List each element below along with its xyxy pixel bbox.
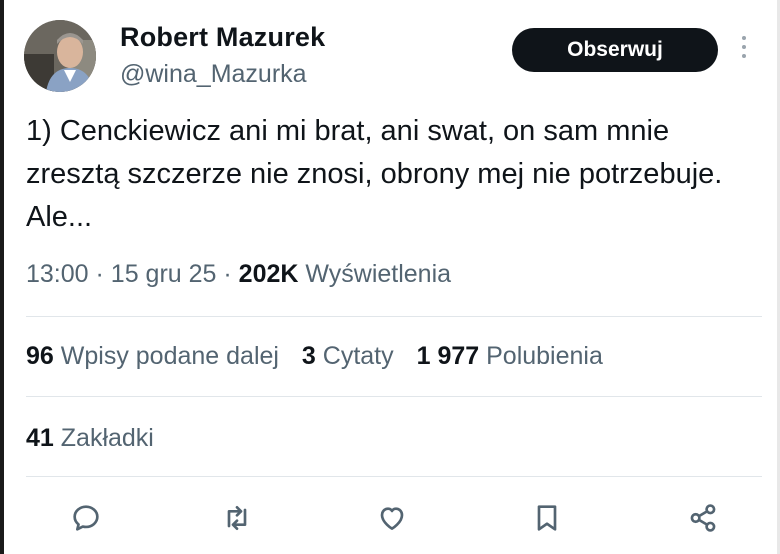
author-name[interactable]: Robert Mazurek — [120, 22, 325, 53]
meta-separator: · — [95, 260, 111, 288]
bookmarks-label: Zakładki — [60, 424, 154, 452]
divider — [26, 396, 762, 397]
reposts-count: 96 — [26, 342, 54, 370]
more-vertical-icon[interactable] — [740, 36, 748, 66]
tweet-time[interactable]: 13:00 — [26, 260, 89, 288]
engagement-stats: 96 Wpisy podane dalej 3 Cytaty 1 977 Pol… — [26, 342, 619, 371]
tweet-header: Robert Mazurek @wina_Mazurka Obserwuj — [24, 20, 760, 96]
bookmark-button[interactable] — [527, 498, 567, 538]
reposts-stat[interactable]: 96 Wpisy podane dalej — [26, 342, 286, 370]
window-edge-left — [0, 0, 4, 554]
bookmark-icon — [537, 505, 557, 531]
likes-count: 1 977 — [416, 342, 480, 370]
quotes-count: 3 — [301, 342, 316, 370]
reply-button[interactable] — [66, 498, 106, 538]
likes-label: Polubienia — [486, 342, 603, 370]
share-icon — [690, 504, 716, 532]
share-button[interactable] — [683, 498, 723, 538]
avatar[interactable] — [24, 20, 96, 92]
meta-separator: · — [223, 260, 239, 288]
author-handle[interactable]: @wina_Mazurka — [120, 60, 307, 89]
views-label[interactable]: Wyświetlenia — [305, 260, 451, 288]
divider — [26, 476, 762, 477]
avatar-photo — [24, 20, 96, 92]
repost-icon — [227, 506, 247, 530]
reply-icon — [73, 505, 99, 531]
views-count[interactable]: 202K — [239, 260, 299, 288]
tweet-date[interactable]: 15 gru 25 — [111, 260, 217, 288]
divider — [26, 316, 762, 317]
bookmarks-count: 41 — [26, 424, 54, 452]
repost-button[interactable] — [217, 498, 257, 538]
quotes-stat[interactable]: 3 Cytaty — [302, 342, 401, 370]
reposts-label: Wpisy podane dalej — [60, 342, 279, 370]
follow-button[interactable]: Obserwuj — [512, 28, 718, 72]
bookmarks-stat[interactable]: 41 Zakładki — [26, 424, 154, 453]
heart-icon — [380, 507, 404, 530]
action-bar — [0, 498, 780, 542]
tweet-text: 1) Cenckiewicz ani mi brat, ani swat, on… — [26, 115, 723, 233]
like-button[interactable] — [372, 498, 412, 538]
tweet-meta: 13:00 · 15 gru 25 · 202K Wyświetlenia — [26, 260, 451, 289]
quotes-label: Cytaty — [322, 342, 394, 370]
likes-stat[interactable]: 1 977 Polubienia — [417, 342, 603, 370]
